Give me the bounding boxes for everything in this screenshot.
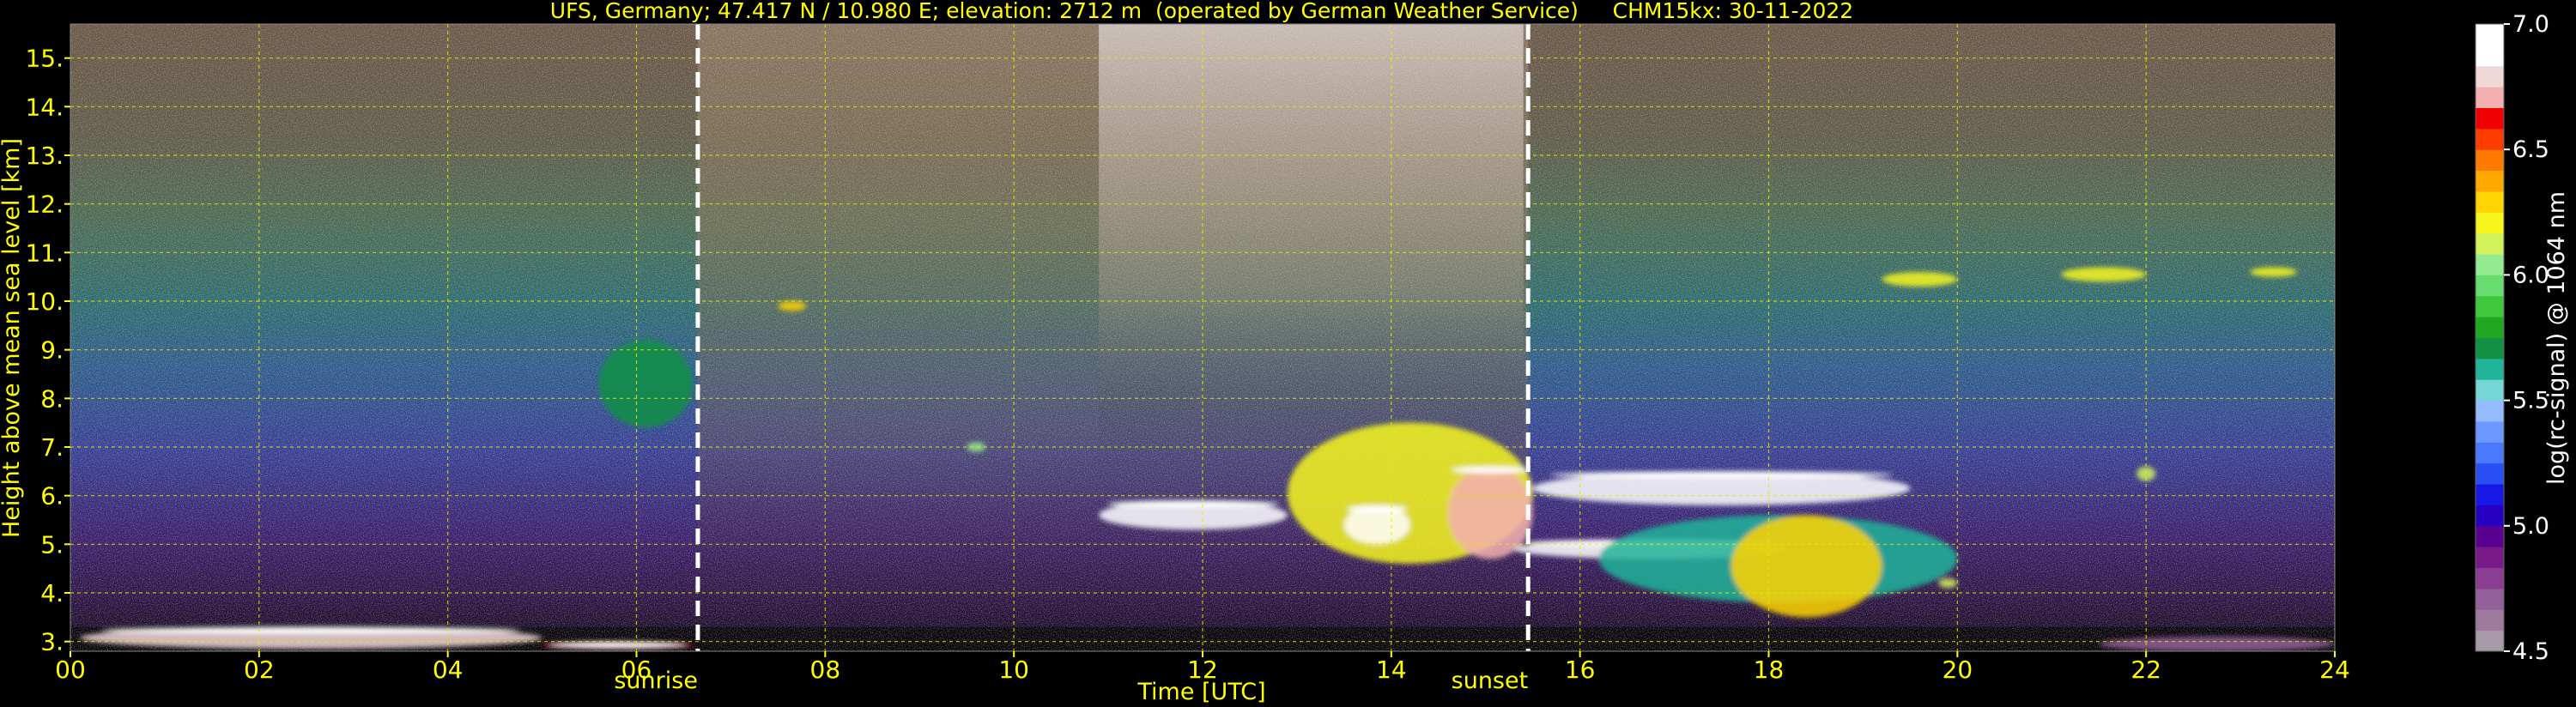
chart-title: UFS, Germany; 47.417 N / 10.980 E; eleva… bbox=[550, 0, 1853, 23]
cloud-feature bbox=[2099, 637, 2335, 651]
y-tick-label: 9. bbox=[40, 336, 64, 365]
colorbar-block bbox=[2476, 525, 2504, 547]
cloud-top-bright bbox=[1452, 466, 1530, 474]
colorbar-block bbox=[2476, 442, 2504, 464]
cloud-top-bright bbox=[549, 641, 687, 649]
colorbar: 4.55.05.56.06.57.0 log(rc-signal) @ 1064… bbox=[2475, 11, 2570, 665]
colorbar-tick-label: 7.0 bbox=[2512, 11, 2549, 38]
colorbar-block bbox=[2476, 588, 2504, 610]
cloud-feature bbox=[1882, 272, 1958, 287]
y-tick-label: 15. bbox=[25, 45, 64, 73]
x-tick-label: 20 bbox=[1943, 656, 1973, 684]
x-tick-label: 10 bbox=[998, 656, 1029, 684]
colorbar-block bbox=[2476, 358, 2504, 380]
cloud-feature bbox=[1447, 466, 1533, 559]
colorbar-block bbox=[2476, 107, 2504, 130]
colorbar-block bbox=[2476, 337, 2504, 360]
colorbar-block bbox=[2476, 190, 2504, 213]
x-tick-label: 02 bbox=[244, 656, 275, 684]
colorbar-block bbox=[2476, 170, 2504, 192]
colorbar-block bbox=[2476, 505, 2504, 527]
y-tick-label: 3. bbox=[40, 628, 64, 656]
x-tick-label: 08 bbox=[810, 656, 841, 684]
y-tick-label: 12. bbox=[25, 190, 64, 219]
colorbar-tick-label: 6.5 bbox=[2512, 136, 2549, 163]
colorbar-block bbox=[2476, 547, 2504, 569]
colorbar-ticks: 4.55.05.56.06.57.0 bbox=[2504, 11, 2549, 665]
y-tick-label: 11. bbox=[25, 239, 64, 267]
colorbar-tick-label: 5.0 bbox=[2512, 513, 2549, 540]
cloud-top-bright bbox=[100, 626, 522, 634]
y-tick-label: 10. bbox=[25, 287, 64, 316]
y-tick-label: 14. bbox=[25, 93, 64, 121]
colorbar-tick-label: 4.5 bbox=[2512, 638, 2549, 665]
colorbar-block bbox=[2476, 567, 2504, 589]
colorbar-block bbox=[2476, 400, 2504, 422]
colorbar-block bbox=[2476, 45, 2504, 67]
cloud-feature bbox=[967, 442, 986, 452]
colorbar-block bbox=[2476, 462, 2504, 485]
y-tick-label: 6. bbox=[40, 482, 64, 511]
y-tick-label: 8. bbox=[40, 384, 64, 413]
colorbar-block bbox=[2476, 128, 2504, 150]
colorbar-block bbox=[2476, 87, 2504, 108]
plot-area bbox=[70, 24, 2335, 651]
colorbar-block bbox=[2476, 379, 2504, 402]
lidar-chart: 00 02 04 06 08 10 12 14 16 18 20 22 24 3.4.5.6.7.8.9… bbox=[0, 0, 2570, 705]
colorbar-block bbox=[2476, 254, 2504, 275]
y-tick-label: 5. bbox=[40, 530, 64, 559]
y-axis-ticks: 3. 4. 5. 6. 7. 8. 9. 10. 11. 12. 13. 14. 15. bbox=[25, 45, 70, 656]
y-axis-label: Height above mean sea level [km] bbox=[0, 138, 25, 538]
y-tick-label: 7. bbox=[40, 433, 64, 462]
cloud-top-bright bbox=[1107, 500, 1279, 508]
colorbar-label: log(rc-signal) @ 1064 nm bbox=[2543, 191, 2570, 485]
x-tick-label: 18 bbox=[1754, 656, 1785, 684]
colorbar-block bbox=[2476, 317, 2504, 338]
x-tick-label: 00 bbox=[55, 656, 86, 684]
x-tick-label: 14 bbox=[1376, 656, 1407, 684]
colorbar-block bbox=[2476, 609, 2504, 631]
y-tick-label: 13. bbox=[25, 142, 64, 170]
cloud-feature bbox=[1730, 515, 1882, 618]
x-tick-label: 04 bbox=[433, 656, 464, 684]
x-axis-label: Time [UTC] bbox=[1136, 679, 1265, 705]
colorbar-block bbox=[2476, 233, 2504, 255]
colorbar-block bbox=[2476, 212, 2504, 234]
cloud-feature bbox=[778, 301, 807, 311]
x-tick-label: 16 bbox=[1565, 656, 1596, 684]
colorbar-blocks bbox=[2476, 24, 2504, 652]
cloud-feature bbox=[1938, 578, 1958, 589]
cloud-feature bbox=[2250, 267, 2298, 277]
noise-texture bbox=[70, 24, 2335, 651]
colorbar-block bbox=[2476, 630, 2504, 652]
cloud-top-bright bbox=[1549, 471, 1894, 479]
colorbar-block bbox=[2476, 24, 2504, 45]
colorbar-block bbox=[2476, 484, 2504, 505]
sun-annotation-label: sunset bbox=[1452, 668, 1529, 694]
cloud-feature bbox=[598, 340, 694, 428]
x-tick-label: 22 bbox=[2131, 656, 2161, 684]
cloud-feature bbox=[2061, 267, 2147, 282]
colorbar-block bbox=[2476, 420, 2504, 443]
x-tick-label: 24 bbox=[2319, 656, 2350, 684]
cloud-top-bright bbox=[1347, 505, 1408, 512]
sun-annotation-label: sunrise bbox=[614, 668, 698, 694]
colorbar-block bbox=[2476, 65, 2504, 88]
colorbar-block bbox=[2476, 149, 2504, 172]
colorbar-block bbox=[2476, 275, 2504, 297]
colorbar-block bbox=[2476, 295, 2504, 317]
y-tick-label: 4. bbox=[40, 579, 64, 607]
